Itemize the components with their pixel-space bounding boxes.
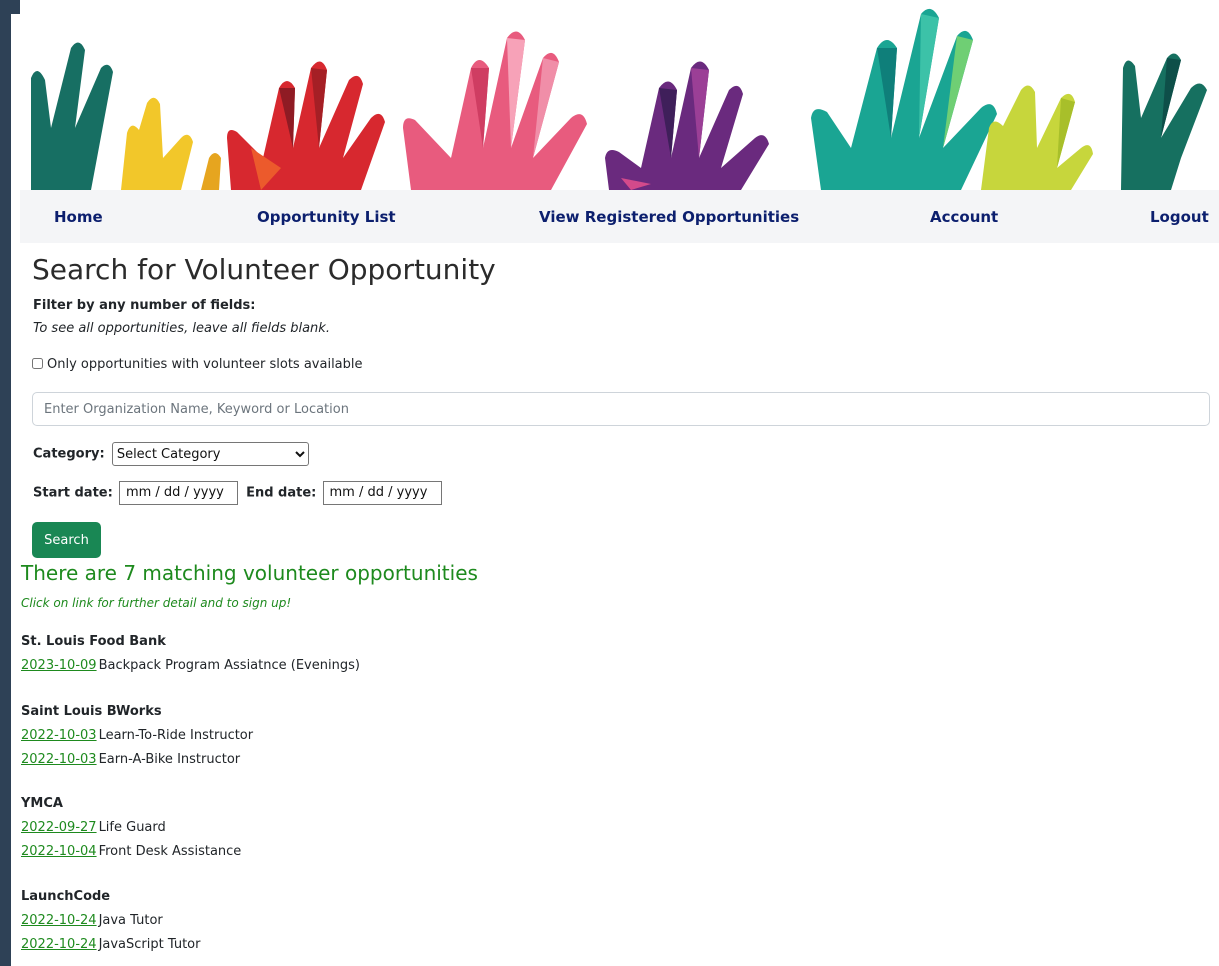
opportunity-row: 2023-10-09 Backpack Program Assiatnce (Ev… [21, 656, 360, 680]
opportunity-date-link[interactable]: 2022-10-03 [21, 752, 97, 767]
page-title: Search for Volunteer Opportunity [32, 253, 496, 286]
opportunity-date-link[interactable]: 2022-10-03 [21, 728, 97, 743]
start-date-label: Start date: [33, 485, 113, 501]
opportunity-title: Learn-To-Ride Instructor [98, 728, 254, 743]
category-label: Category: [33, 446, 105, 462]
nav-account-link[interactable]: Account [930, 208, 998, 226]
end-date-label: End date: [246, 485, 317, 501]
opportunity-title: Earn-A-Bike Instructor [98, 752, 241, 767]
window-left-edge [0, 0, 20, 966]
opportunity-row: 2022-10-24 Java Tutor [21, 911, 200, 935]
date-filters: Start date: mm / dd / yyyy End date: mm … [33, 481, 446, 505]
org-group: LaunchCode 2022-10-24 Java Tutor 2022-10-… [21, 887, 200, 959]
opportunity-date-link[interactable]: 2023-10-09 [21, 658, 97, 673]
opportunity-date-link[interactable]: 2022-10-24 [21, 937, 97, 952]
org-group: Saint Louis BWorks 2022-10-03 Learn-To-Ri… [21, 702, 253, 774]
opportunity-row: 2022-09-27 Life Guard [21, 818, 241, 842]
org-name: Saint Louis BWorks [21, 704, 162, 719]
slots-available-checkbox[interactable] [32, 358, 43, 369]
results-summary: There are 7 matching volunteer opportuni… [21, 561, 478, 585]
search-button[interactable]: Search [32, 522, 101, 558]
filter-note: To see all opportunities, leave all fiel… [33, 321, 330, 336]
nav-home-link[interactable]: Home [54, 208, 103, 226]
opportunity-title: Java Tutor [98, 913, 163, 928]
opportunity-title: Backpack Program Assiatnce (Evenings) [98, 658, 360, 673]
opportunity-row: 2022-10-04 Front Desk Assistance [21, 842, 241, 866]
hands-banner-image [31, 8, 1207, 190]
org-group: YMCA 2022-09-27 Life Guard 2022-10-04 Fron… [21, 794, 241, 866]
org-group: St. Louis Food Bank 2023-10-09 Backpack P… [21, 632, 360, 680]
slots-available-label: Only opportunities with volunteer slots … [47, 357, 363, 372]
category-select[interactable]: Select Category [111, 442, 309, 466]
opportunity-title: JavaScript Tutor [98, 937, 201, 952]
nav-logout-link[interactable]: Logout [1150, 208, 1209, 226]
opportunity-date-link[interactable]: 2022-09-27 [21, 820, 97, 835]
org-name: LaunchCode [21, 889, 111, 904]
end-date-input[interactable]: mm / dd / yyyy [322, 481, 442, 505]
main-navbar: Home Opportunity List View Registered Op… [20, 190, 1219, 243]
opportunity-title: Life Guard [98, 820, 166, 835]
opportunity-row: 2022-10-03 Earn-A-Bike Instructor [21, 750, 253, 774]
category-filter: Category: Select Category [33, 442, 309, 466]
opportunity-date-link[interactable]: 2022-10-04 [21, 844, 97, 859]
org-name: YMCA [21, 796, 63, 811]
slots-available-option[interactable]: Only opportunities with volunteer slots … [32, 357, 363, 372]
results-note: Click on link for further detail and to … [21, 596, 292, 610]
filter-heading: Filter by any number of fields: [33, 298, 256, 313]
opportunity-date-link[interactable]: 2022-10-24 [21, 913, 97, 928]
nav-registered-opportunities-link[interactable]: View Registered Opportunities [539, 208, 799, 226]
nav-opportunity-list-link[interactable]: Opportunity List [257, 208, 396, 226]
start-date-input[interactable]: mm / dd / yyyy [118, 481, 238, 505]
hands-banner [31, 8, 1219, 190]
opportunity-title: Front Desk Assistance [98, 844, 242, 859]
opportunity-row: 2022-10-03 Learn-To-Ride Instructor [21, 726, 253, 750]
opportunity-row: 2022-10-24 JavaScript Tutor [21, 935, 200, 959]
org-name: St. Louis Food Bank [21, 634, 166, 649]
keyword-search-input[interactable] [32, 392, 1210, 426]
